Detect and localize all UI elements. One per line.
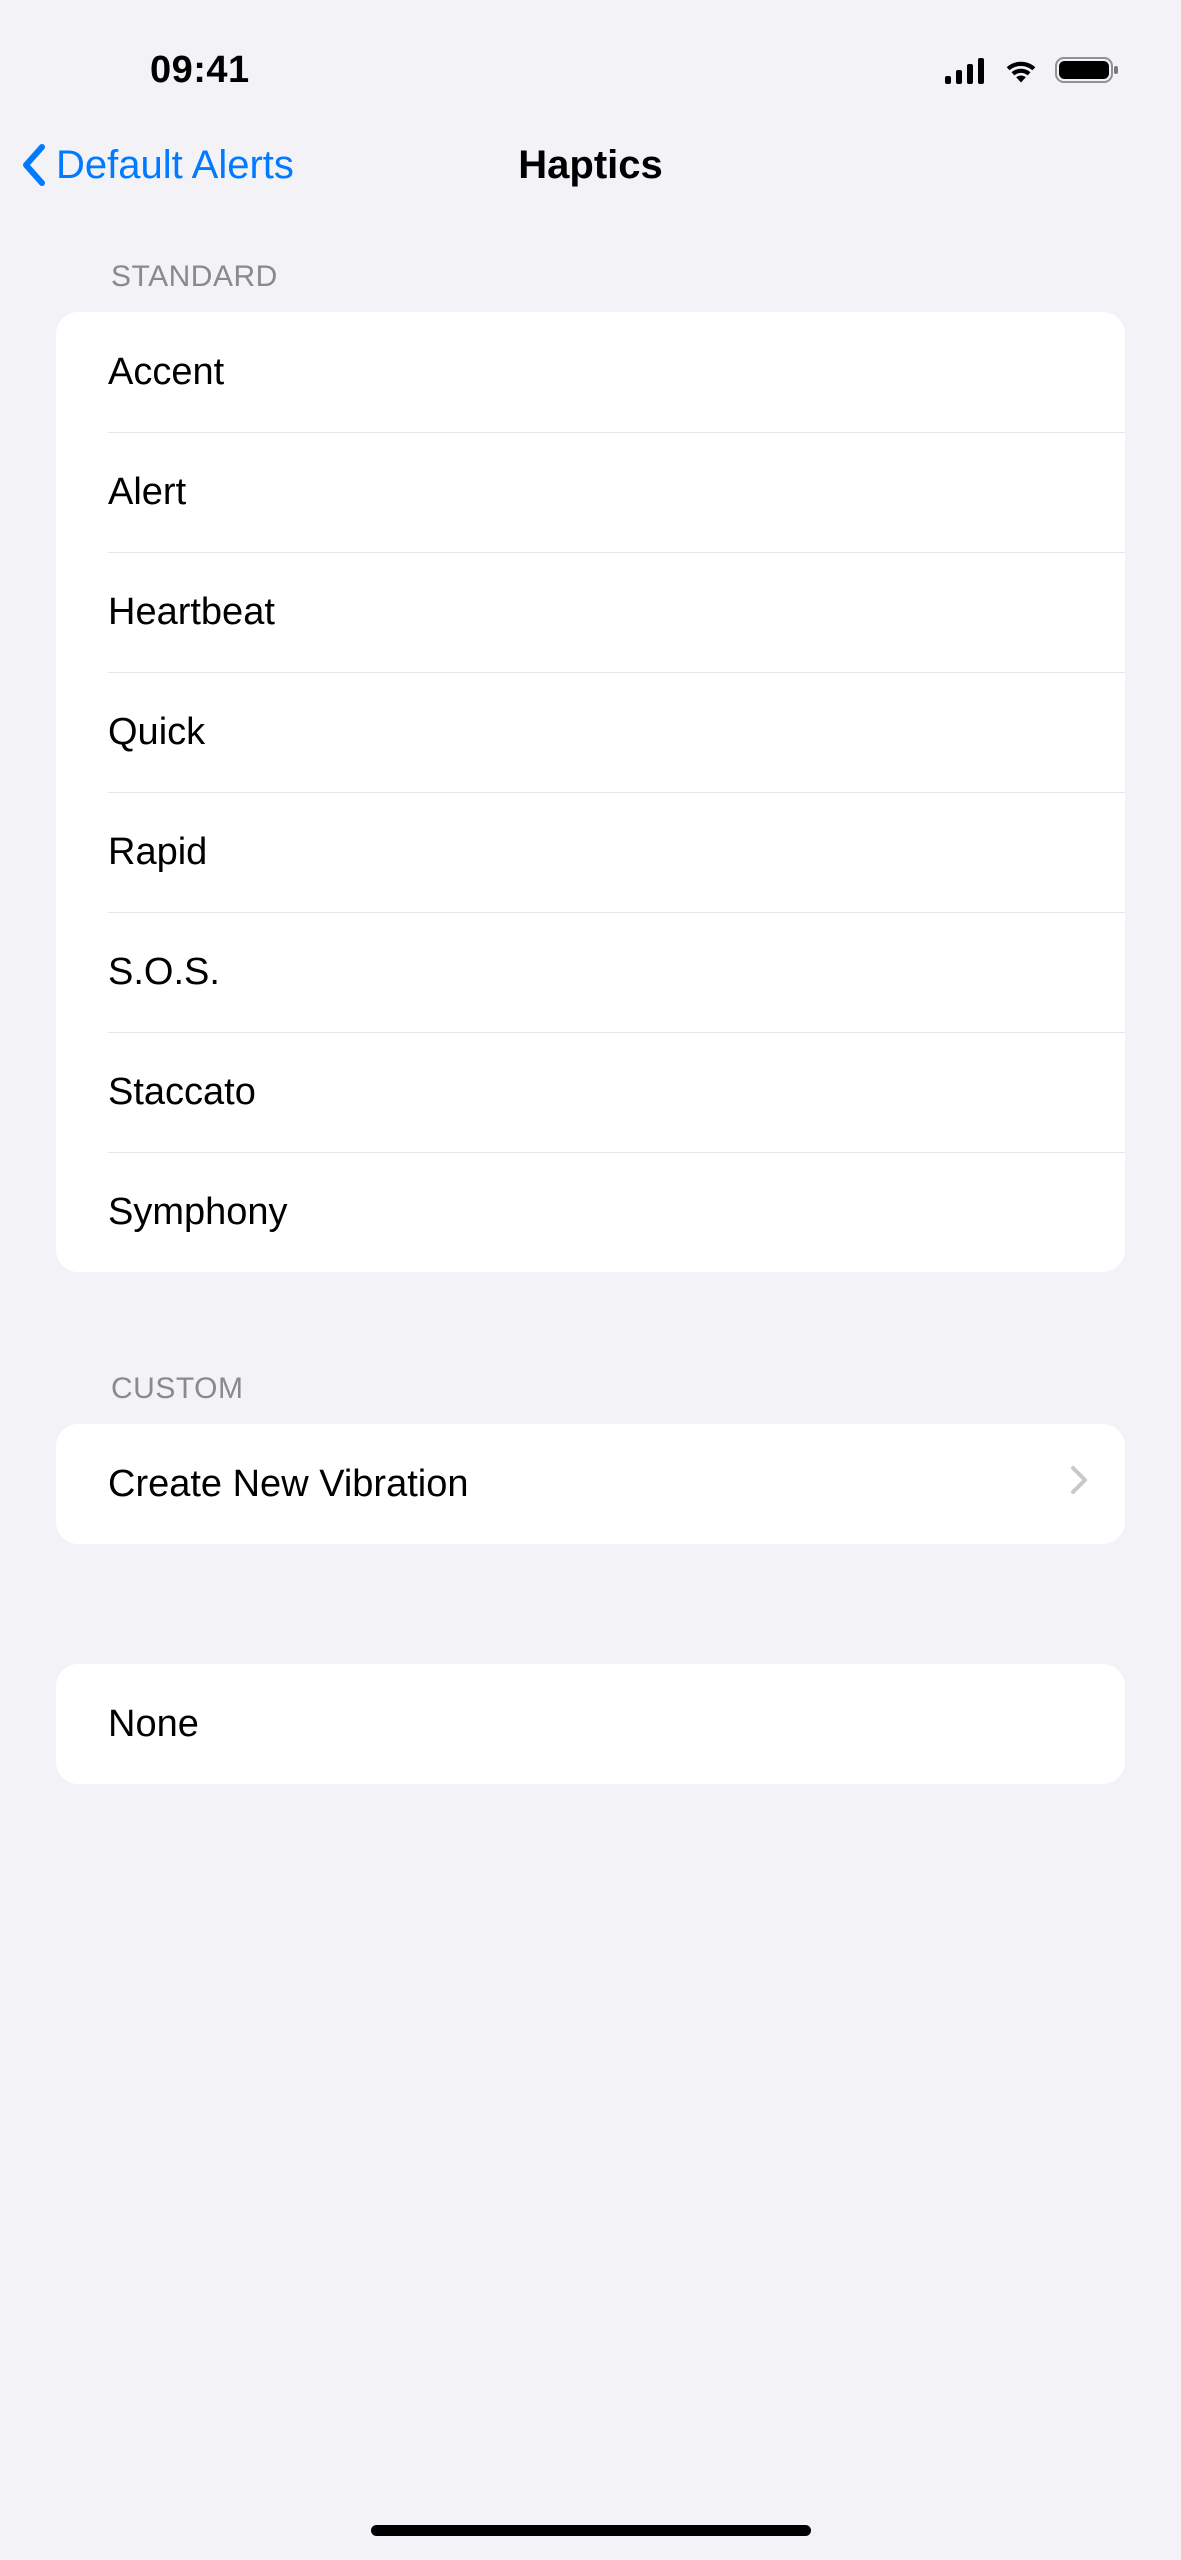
group-none: None xyxy=(56,1664,1125,1784)
group-custom: Create New Vibration xyxy=(56,1424,1125,1544)
battery-icon xyxy=(1055,56,1121,84)
section-header-custom: Custom xyxy=(111,1372,1125,1406)
status-icons xyxy=(945,56,1121,84)
list-item-label: Heartbeat xyxy=(108,591,1089,634)
back-button[interactable]: Default Alerts xyxy=(20,143,294,188)
list-item-label: Quick xyxy=(108,711,1089,754)
page-title: Haptics xyxy=(518,143,663,188)
nav-header: Default Alerts Haptics xyxy=(0,110,1181,220)
haptic-option-rapid[interactable]: Rapid xyxy=(56,792,1125,912)
chevron-left-icon xyxy=(20,143,50,187)
list-item-label: Symphony xyxy=(108,1191,1089,1234)
back-label: Default Alerts xyxy=(56,143,294,188)
section-header-standard: Standard xyxy=(111,260,1125,294)
haptic-option-quick[interactable]: Quick xyxy=(56,672,1125,792)
list-item-label: Alert xyxy=(108,471,1089,514)
list-item-label: Accent xyxy=(108,351,1089,394)
list-item-label: None xyxy=(108,1703,1089,1746)
haptic-option-accent[interactable]: Accent xyxy=(56,312,1125,432)
status-bar: 09:41 xyxy=(0,0,1181,110)
create-new-vibration[interactable]: Create New Vibration xyxy=(56,1424,1125,1544)
list-item-label: Rapid xyxy=(108,831,1089,874)
haptic-option-symphony[interactable]: Symphony xyxy=(56,1152,1125,1272)
list-item-label: Staccato xyxy=(108,1071,1089,1114)
cellular-icon xyxy=(945,56,987,84)
list-item-label: Create New Vibration xyxy=(108,1463,1069,1506)
group-standard: Accent Alert Heartbeat Quick Rapid S.O.S… xyxy=(56,312,1125,1272)
chevron-right-icon xyxy=(1069,1463,1089,1506)
wifi-icon xyxy=(1001,56,1041,84)
haptic-option-none[interactable]: None xyxy=(56,1664,1125,1784)
home-indicator xyxy=(371,2525,811,2536)
content: Standard Accent Alert Heartbeat Quick Ra… xyxy=(0,220,1181,1784)
status-time: 09:41 xyxy=(150,49,250,92)
haptic-option-staccato[interactable]: Staccato xyxy=(56,1032,1125,1152)
list-item-label: S.O.S. xyxy=(108,951,1089,994)
haptic-option-sos[interactable]: S.O.S. xyxy=(56,912,1125,1032)
haptic-option-heartbeat[interactable]: Heartbeat xyxy=(56,552,1125,672)
haptic-option-alert[interactable]: Alert xyxy=(56,432,1125,552)
